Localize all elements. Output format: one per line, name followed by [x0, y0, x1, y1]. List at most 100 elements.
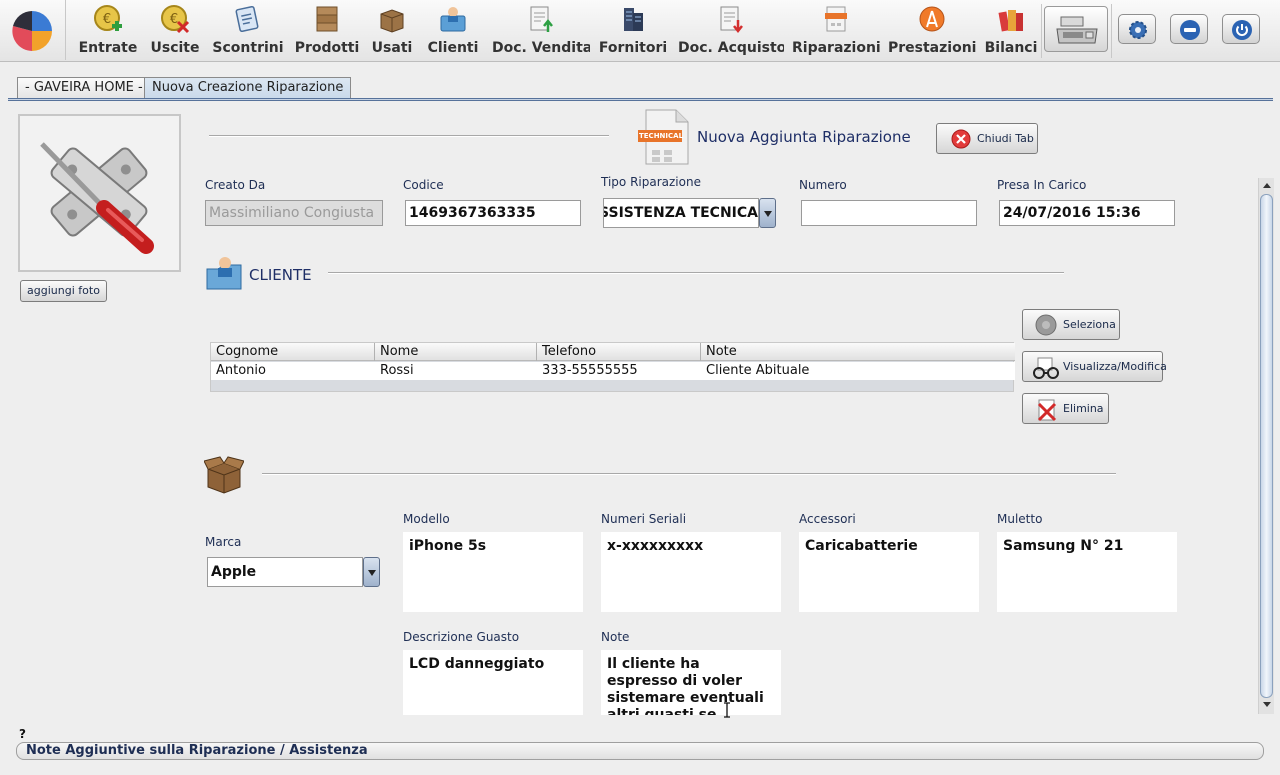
close-tab-button[interactable]: Chiudi Tab: [936, 123, 1038, 154]
toolbar-label: Prodotti: [294, 40, 360, 56]
open-box-icon: [380, 9, 404, 33]
toolbar-label: Doc. Acquisto: [678, 40, 784, 56]
elimina-button[interactable]: Elimina: [1022, 393, 1109, 424]
toolbar-label: Doc. Vendita: [492, 40, 590, 56]
coin-add-icon: €: [94, 5, 122, 31]
toolbar-label: Bilanci: [984, 40, 1038, 56]
marca-label: Marca: [205, 535, 242, 549]
creato-da-label: Creato Da: [205, 178, 266, 192]
tipo-riparazione-select[interactable]: ASSISTENZA TECNICA: [603, 198, 759, 228]
creato-da-field: Massimiliano Congiusta: [205, 200, 383, 226]
visualizza-modifica-button[interactable]: Visualizza/Modifica: [1022, 351, 1167, 382]
toolbar-fornitori[interactable]: Fornitori: [598, 0, 668, 60]
toolbar-label: Entrate: [78, 40, 138, 56]
photo-frame: [18, 114, 181, 272]
boxes-icon: [316, 6, 338, 32]
column-header-telefono[interactable]: Telefono: [537, 343, 701, 361]
toolbar-entrate[interactable]: € Entrate: [74, 0, 142, 60]
open-box-icon: [204, 456, 244, 494]
vertical-scrollbar[interactable]: [1258, 178, 1274, 714]
tipo-riparazione-dropdown-icon[interactable]: [759, 198, 776, 228]
sale-document-icon: [530, 6, 553, 32]
books-icon: [998, 10, 1023, 32]
select-circle-icon: [1035, 314, 1057, 336]
help-question-mark[interactable]: ?: [19, 727, 26, 741]
visualizza-modifica-label: Visualizza/Modifica: [1063, 360, 1167, 373]
scroll-down-icon[interactable]: [1260, 698, 1274, 712]
marca-select[interactable]: Apple: [207, 557, 363, 587]
minimize-button[interactable]: [1170, 14, 1208, 44]
toolbar-usati[interactable]: Usati: [368, 0, 416, 60]
power-icon: [1232, 20, 1252, 40]
tab-underline: [8, 98, 1273, 101]
technical-badge-text: TECHNICAL: [639, 132, 684, 140]
seleziona-button[interactable]: Seleziona: [1022, 309, 1120, 340]
close-tab-label: Chiudi Tab: [977, 132, 1034, 145]
numeri-seriali-label: Numeri Seriali: [601, 512, 687, 526]
muletto-label: Muletto: [997, 512, 1043, 526]
cell-nome: Rossi: [380, 363, 414, 378]
pie-chart-logo-icon: [12, 11, 52, 51]
toolbar-label: Clienti: [427, 40, 479, 56]
add-photo-button[interactable]: aggiungi foto: [20, 280, 107, 302]
descrizione-guasto-field[interactable]: LCD danneggiato: [403, 650, 583, 715]
toolbar-separator: [1041, 4, 1042, 58]
minimize-icon: [1180, 20, 1200, 40]
scroll-thumb[interactable]: [1260, 194, 1273, 698]
numeri-seriali-field[interactable]: x-xxxxxxxxx: [601, 532, 781, 612]
main-toolbar: € Entrate € Uscite Scontrini Prodotti Us…: [0, 0, 1280, 62]
accessori-field[interactable]: Caricabatterie: [799, 532, 979, 612]
numero-label: Numero: [799, 178, 847, 192]
cell-cognome: Antonio: [216, 363, 266, 378]
svg-text:€: €: [103, 12, 111, 27]
page-title: Nuova Aggiunta Riparazione: [697, 128, 911, 146]
settings-button[interactable]: [1118, 14, 1156, 44]
app-logo[interactable]: [0, 0, 66, 60]
column-header-nome[interactable]: Nome: [375, 343, 537, 361]
cliente-table: Cognome Nome Telefono Note Antonio Rossi…: [210, 342, 1015, 392]
close-icon: [951, 129, 971, 149]
codice-label: Codice: [403, 178, 444, 192]
toolbar-prodotti[interactable]: Prodotti: [292, 0, 362, 60]
coin-remove-icon: €: [161, 5, 190, 34]
cash-register-icon: [1056, 16, 1098, 44]
cash-register-button[interactable]: [1044, 6, 1108, 52]
modello-field[interactable]: iPhone 5s: [403, 532, 583, 612]
numero-field[interactable]: [801, 200, 977, 226]
cliente-section-title: CLIENTE: [249, 266, 312, 284]
toolbar-bilanci[interactable]: Bilanci: [984, 0, 1038, 60]
receipt-icon: [235, 5, 259, 33]
toolbar-prestazioni[interactable]: Prestazioni: [888, 0, 976, 60]
toolbar-clienti[interactable]: Clienti: [424, 0, 482, 60]
power-button[interactable]: [1222, 14, 1260, 44]
toolbar-label: Scontrini: [212, 40, 284, 56]
column-header-cognome[interactable]: Cognome: [211, 343, 375, 361]
column-header-note[interactable]: Note: [701, 343, 1015, 361]
table-header: Cognome Nome Telefono Note: [211, 343, 1015, 361]
cell-telefono: 333-55555555: [542, 363, 638, 378]
toolbar-riparazioni[interactable]: Riparazioni: [792, 0, 880, 60]
tab-nuova-riparazione[interactable]: Nuova Creazione Riparazione: [144, 77, 352, 99]
scroll-up-icon[interactable]: [1260, 179, 1274, 193]
toolbar-doc-acquisto[interactable]: Doc. Acquisto: [678, 0, 784, 60]
client-folder-icon: [440, 7, 466, 32]
table-row[interactable]: Antonio Rossi 333-55555555 Cliente Abitu…: [211, 362, 1015, 380]
note-field[interactable]: Il cliente ha espresso di voler sistemar…: [601, 650, 781, 715]
client-folder-icon: [206, 257, 242, 290]
toolbar-doc-vendita[interactable]: Doc. Vendita: [492, 0, 590, 60]
cell-note: Cliente Abituale: [706, 363, 810, 378]
text-cursor-icon: [724, 702, 730, 718]
marca-dropdown-icon[interactable]: [363, 557, 380, 587]
codice-field[interactable]: 1469367363335: [405, 200, 581, 226]
toolbar-label: Prestazioni: [888, 40, 976, 56]
purchase-document-icon: [720, 6, 743, 34]
toolbar-separator: [1111, 4, 1112, 58]
muletto-field[interactable]: Samsung N° 21: [997, 532, 1177, 612]
presa-in-carico-field[interactable]: 24/07/2016 15:36: [999, 200, 1175, 226]
glasses-icon: [1033, 357, 1059, 379]
tab-home[interactable]: - GAVEIRA HOME -: [17, 77, 151, 99]
toolbar-uscite[interactable]: € Uscite: [146, 0, 204, 60]
additional-notes-bar[interactable]: Note Aggiuntive sulla Riparazione / Assi…: [16, 742, 1264, 760]
toolbar-scontrini[interactable]: Scontrini: [212, 0, 284, 60]
toolbar-label: Fornitori: [598, 40, 668, 56]
